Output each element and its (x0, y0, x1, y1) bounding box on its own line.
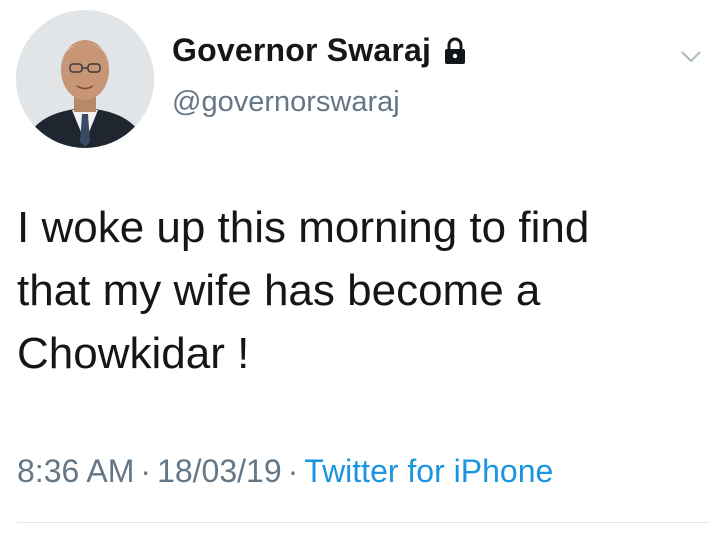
user-handle[interactable]: @governorswaraj (172, 86, 400, 119)
tweet-line: I woke up this morning to find (17, 203, 590, 252)
meta-separator: · (140, 453, 152, 489)
tweet-meta: 8:36 AM · 18/03/19 · Twitter for iPhone (17, 453, 553, 490)
tweet-line: Chowkidar ! (17, 329, 250, 378)
tweet-text: I woke up this morning to find that my w… (17, 196, 697, 385)
user-name-row: Governor Swaraj (172, 32, 467, 69)
avatar[interactable] (16, 10, 154, 148)
profile-photo (16, 10, 154, 148)
tweet-line: that my wife has become a (17, 266, 541, 315)
tweet-date[interactable]: 18/03/19 (157, 453, 282, 489)
tweet-source-link[interactable]: Twitter for iPhone (304, 453, 553, 489)
chevron-down-icon[interactable] (680, 50, 702, 64)
divider (17, 522, 710, 523)
tweet-time[interactable]: 8:36 AM (17, 453, 134, 489)
meta-separator: · (287, 453, 299, 489)
display-name[interactable]: Governor Swaraj (172, 32, 431, 69)
lock-icon (443, 37, 467, 65)
